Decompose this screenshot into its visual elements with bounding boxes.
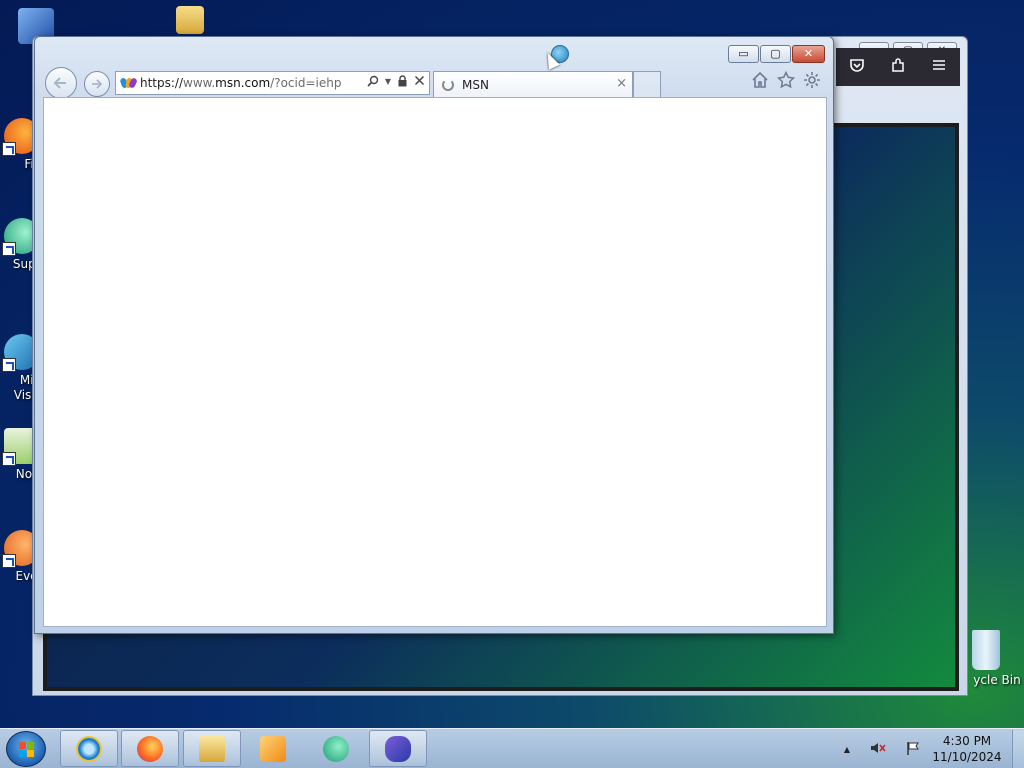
tab-msn[interactable]: MSN × (433, 71, 633, 97)
new-tab-button[interactable] (633, 71, 661, 97)
shortcut-arrow-icon (2, 358, 16, 372)
back-arrow-icon (53, 77, 66, 89)
show-desktop-button[interactable] (1012, 730, 1024, 768)
close-button[interactable]: ✕ (792, 45, 825, 63)
show-hidden-icons-icon[interactable]: ▲ (844, 745, 850, 754)
tab-title: MSN (462, 77, 489, 92)
start-button[interactable] (6, 731, 46, 767)
action-center-flag-icon[interactable] (906, 741, 920, 758)
clock-time: 4:30 PM (942, 734, 992, 748)
shortcut-arrow-icon (2, 554, 16, 568)
visual-studio-icon (385, 735, 411, 762)
forward-button[interactable] (84, 71, 110, 97)
shortcut-arrow-icon (2, 142, 16, 156)
taskbar-firefox[interactable] (121, 730, 179, 767)
address-tools: ▼ (367, 75, 425, 90)
shortcut-arrow-icon (2, 242, 16, 256)
system-tray: ▲ 4:30 PM 11/10/2024 (834, 729, 1024, 768)
minimize-button[interactable]: ▭ (728, 45, 759, 63)
url-path: /?ocid=iehp (270, 76, 342, 90)
url-scheme: https:// (140, 76, 184, 90)
shortcut-arrow-icon (2, 452, 16, 466)
taskbar-internet-explorer[interactable] (60, 730, 118, 767)
lock-icon[interactable] (397, 75, 408, 90)
internet-explorer-window[interactable]: ▭ ▢ ✕ https://www.msn.com/?ocid=iehp ▼ M… (34, 36, 834, 634)
url-subdomain: www. (183, 76, 216, 90)
maximize-button[interactable]: ▢ (760, 45, 791, 63)
firefox-toolbar (836, 48, 960, 86)
loading-spinner-icon (442, 78, 454, 91)
home-icon[interactable] (751, 71, 769, 94)
favorites-star-icon[interactable] (776, 70, 796, 94)
taskbar-media-player[interactable] (244, 730, 302, 767)
pocket-icon[interactable] (849, 57, 865, 77)
browser-app-icon (323, 735, 349, 762)
extensions-icon[interactable] (890, 57, 906, 77)
url-host: msn.com (215, 76, 271, 90)
taskbar-visual-studio[interactable] (369, 730, 427, 767)
recycle-bin-icon (972, 630, 1000, 670)
folder-icon (199, 735, 225, 762)
back-button[interactable] (45, 67, 77, 99)
url-text: https://www.msn.com/?ocid=iehp (140, 76, 341, 90)
hamburger-menu-icon[interactable] (931, 57, 947, 77)
media-player-icon (260, 735, 286, 762)
ie-window-controls: ▭ ▢ ✕ (728, 45, 825, 63)
address-bar[interactable]: https://www.msn.com/?ocid=iehp ▼ (115, 71, 430, 95)
dropdown-arrow-icon[interactable]: ▼ (385, 75, 391, 90)
clock-date: 11/10/2024 (932, 750, 1002, 764)
forward-arrow-icon (92, 79, 103, 89)
search-icon[interactable] (367, 75, 379, 90)
taskbar-windows-explorer[interactable] (183, 730, 241, 767)
desktop-icon-recycle-bin[interactable]: ycle Bin (946, 630, 1024, 688)
internet-explorer-icon (76, 735, 102, 762)
taskbar-browser[interactable] (307, 730, 365, 767)
ie-command-icons (751, 70, 821, 94)
tools-gear-icon[interactable] (803, 71, 821, 94)
volume-muted-icon[interactable] (870, 741, 886, 758)
windows-logo-icon (19, 742, 35, 758)
taskbar: ▲ 4:30 PM 11/10/2024 (0, 728, 1024, 768)
desktop-icon-label: ycle Bin (973, 673, 1021, 687)
tab-close-icon[interactable]: × (616, 76, 627, 91)
msn-favicon-icon (119, 75, 138, 91)
clock[interactable]: 4:30 PM 11/10/2024 (930, 733, 1004, 765)
stop-icon[interactable] (414, 75, 425, 90)
desktop-icon-folder[interactable] (150, 6, 230, 37)
firefox-icon (137, 735, 163, 762)
page-content-area[interactable] (43, 97, 827, 627)
folder-icon (176, 6, 204, 34)
